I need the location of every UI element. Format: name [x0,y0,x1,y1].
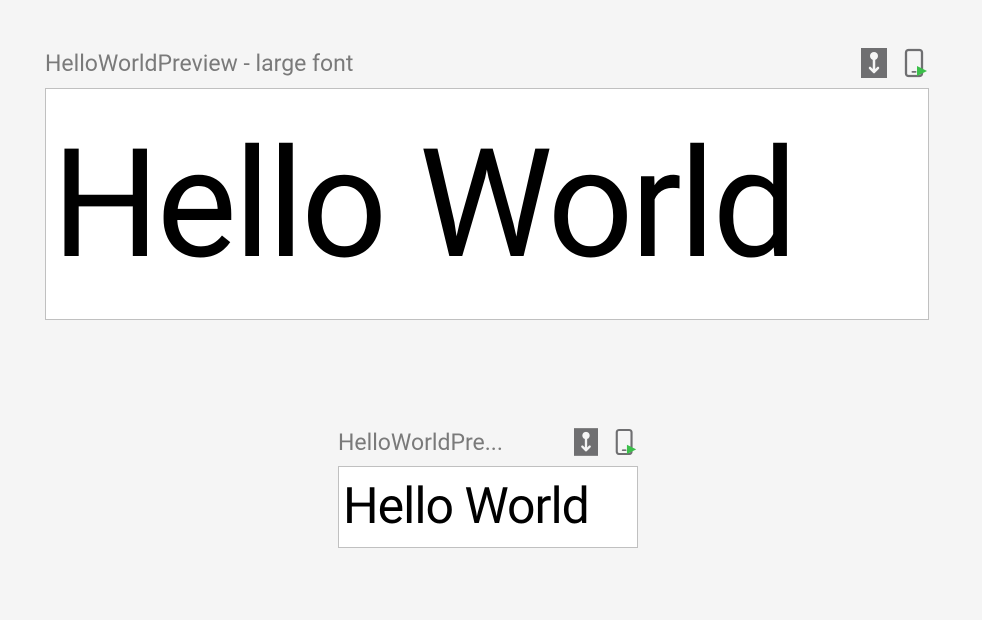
preview-block-small: HelloWorldPre... Hello World [338,428,638,548]
preview-content-large: Hello World [46,129,795,280]
deploy-to-device-icon[interactable] [614,428,638,456]
interactive-mode-icon[interactable] [861,48,887,78]
preview-title-large: HelloWorldPreview - large font [45,50,353,77]
preview-pane-small[interactable]: Hello World [338,466,638,548]
deploy-to-device-icon[interactable] [903,48,929,78]
preview-toolbar [574,428,638,456]
interactive-mode-icon[interactable] [574,428,598,456]
preview-header: HelloWorldPre... [338,428,638,456]
preview-header: HelloWorldPreview - large font [45,48,929,78]
preview-block-large: HelloWorldPreview - large font Hello Wor… [45,48,929,320]
preview-title-small: HelloWorldPre... [338,429,503,456]
preview-content-small: Hello World [339,482,589,532]
preview-toolbar [861,48,929,78]
preview-pane-large[interactable]: Hello World [45,88,929,320]
